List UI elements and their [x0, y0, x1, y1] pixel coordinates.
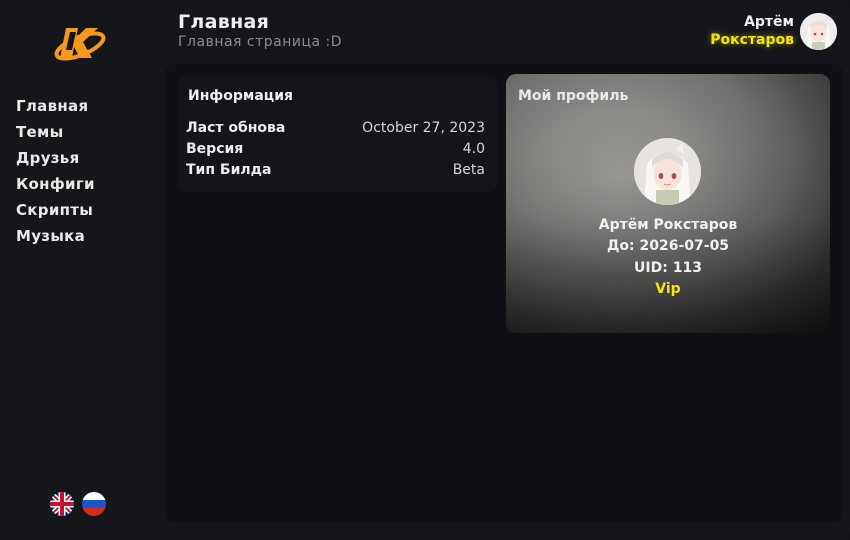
user-last-name: Рокстаров — [710, 32, 794, 48]
profile-subscription-date: До: 2026-07-05 — [606, 238, 730, 254]
sidebar-item-home[interactable]: Главная — [16, 96, 95, 122]
info-row-version: Версия 4.0 — [186, 141, 485, 161]
info-key: Версия — [186, 141, 244, 157]
page-subtitle: Главная страница :D — [178, 34, 343, 50]
profile-avatar — [634, 138, 701, 205]
sidebar-nav: Главная Темы Друзья Конфиги Скрипты Музы… — [16, 96, 95, 252]
status-badge: Vip — [655, 281, 681, 297]
info-value: Beta — [452, 162, 485, 178]
profile-label: Мой профиль — [518, 88, 629, 104]
app-logo-icon — [54, 28, 106, 61]
user-first-name: Артём — [744, 14, 794, 30]
profile-name: Артём Рокстаров — [598, 217, 738, 233]
sidebar-item-music[interactable]: Музыка — [16, 226, 95, 252]
info-title: Информация — [188, 88, 293, 104]
russia-flag-icon[interactable] — [82, 492, 106, 516]
info-card: Информация Ласт обнова October 27, 2023 … — [177, 76, 497, 192]
info-row-build-type: Тип Билда Beta — [186, 162, 485, 182]
page-title: Главная — [178, 11, 270, 33]
user-name[interactable]: Артём Рокстаров — [710, 13, 794, 49]
info-row-last-update: Ласт обнова October 27, 2023 — [186, 120, 485, 140]
app-window: Главная Темы Друзья Конфиги Скрипты Музы… — [0, 0, 850, 540]
info-key: Тип Билда — [186, 162, 272, 178]
info-key: Ласт обнова — [186, 120, 286, 136]
sidebar-item-configs[interactable]: Конфиги — [16, 174, 95, 200]
info-value: October 27, 2023 — [362, 120, 485, 136]
avatar[interactable] — [800, 13, 837, 50]
sidebar: Главная Темы Друзья Конфиги Скрипты Музы… — [0, 0, 160, 540]
uk-flag-icon[interactable] — [50, 492, 74, 516]
sidebar-item-scripts[interactable]: Скрипты — [16, 200, 95, 226]
sidebar-item-friends[interactable]: Друзья — [16, 148, 95, 174]
sidebar-item-themes[interactable]: Темы — [16, 122, 95, 148]
language-switcher — [50, 492, 106, 516]
profile-card: Мой профиль Артём Рокстаров До: 2026-07-… — [506, 74, 830, 333]
info-value: 4.0 — [462, 141, 485, 157]
profile-uid: UID: 113 — [634, 260, 702, 276]
